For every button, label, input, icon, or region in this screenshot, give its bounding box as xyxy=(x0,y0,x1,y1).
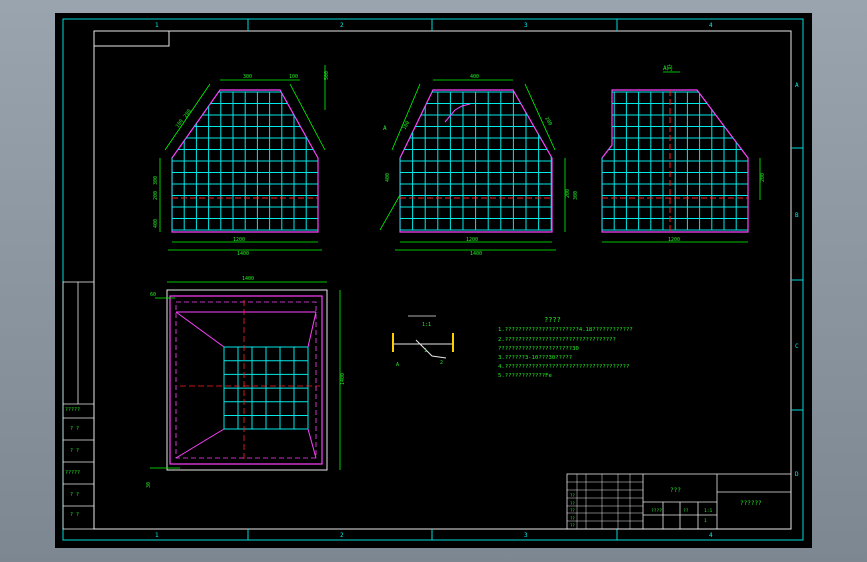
front-bottom-dim: 1200 xyxy=(233,237,245,243)
left-table-row-1: ????? xyxy=(65,407,80,413)
zone-label-top-4: 4 xyxy=(709,22,713,29)
zone-label-bottom-1: 1 xyxy=(155,532,159,539)
notes-title: ???? xyxy=(544,316,561,324)
plan-left-dim: 60 xyxy=(150,292,156,298)
side-height-dim-2: 300 xyxy=(573,191,579,200)
title-scale-label: ???? xyxy=(651,508,662,514)
aux-bottom-dim: 1200 xyxy=(668,237,680,243)
notes-line-4: 3.??????3-10???30????? xyxy=(498,355,572,361)
title-row-1: ?? xyxy=(570,493,575,498)
notes-line-5: 4.????????????????????????????????????? xyxy=(498,364,629,370)
title-material: ??? xyxy=(670,487,681,494)
title-row-5: ?? xyxy=(570,523,575,528)
zone-label-right-b: B xyxy=(795,212,799,219)
notes-line-1: 1.??????????????????????4.18???????????? xyxy=(498,327,633,333)
front-right-dim: 500 xyxy=(324,71,330,80)
front-overall-dim: 1400 xyxy=(237,251,249,257)
left-table-row-5: ? ? xyxy=(70,492,79,498)
side-height-dim-1: 200 xyxy=(565,189,571,198)
plan-top-dim: 1400 xyxy=(242,276,254,282)
zone-label-bottom-2: 2 xyxy=(340,532,344,539)
zone-label-right-c: C xyxy=(795,343,799,350)
notes-line-6: 5.????????????Fe xyxy=(498,373,553,379)
title-row-4: ?? xyxy=(570,516,575,521)
cad-viewport[interactable]: 1 2 3 4 1 2 3 4 A B C D 300 100 100 200 … xyxy=(0,0,867,562)
aux-right-dim: 200 xyxy=(760,173,766,182)
title-drawing-name: ?????? xyxy=(740,500,762,507)
plan-corner-dim: 30 xyxy=(146,482,152,488)
side-overall-dim: 1400 xyxy=(470,251,482,257)
detail-label-mid: 1 xyxy=(424,348,427,354)
title-scale-value: 1:1 xyxy=(704,508,713,514)
left-table-row-4: ????? xyxy=(65,470,80,476)
notes-line-3: ??????????????????????30 xyxy=(498,346,579,352)
side-top-dim: 400 xyxy=(470,74,479,80)
zone-label-top-3: 3 xyxy=(524,22,528,29)
left-table-row-2: ? ? xyxy=(70,426,79,432)
zone-label-bottom-3: 3 xyxy=(524,532,528,539)
front-height-dim-2: 300 xyxy=(153,176,159,185)
zone-label-bottom-4: 4 xyxy=(709,532,713,539)
left-table-row-3: ? ? xyxy=(70,448,79,454)
detail-label-left: A xyxy=(396,362,399,368)
zone-label-top-2: 2 xyxy=(340,22,344,29)
zone-label-right-a: A xyxy=(795,82,799,89)
side-leader-label: A xyxy=(383,125,387,132)
detail-label-right: 2 xyxy=(440,360,443,366)
zone-label-right-d: D xyxy=(795,471,799,478)
title-sheet-value: 1 xyxy=(704,518,707,524)
title-row-3: ?? xyxy=(570,508,575,513)
front-top-dim: 300 xyxy=(243,74,252,80)
front-height-dim-3: 400 xyxy=(153,219,159,228)
detail-label-top: 1:1 xyxy=(422,322,431,328)
front-height-dim-1: 200 xyxy=(153,191,159,200)
side-bottom-dim: 1200 xyxy=(466,237,478,243)
zone-label-top-1: 1 xyxy=(155,22,159,29)
front-top-dim-right: 100 xyxy=(289,74,298,80)
left-table-row-6: ? ? xyxy=(70,512,79,518)
title-row-2: ?? xyxy=(570,501,575,506)
title-sheet-label: ?? xyxy=(683,508,689,514)
side-height-dim-3: 400 xyxy=(385,173,391,182)
plan-side-dim: 1400 xyxy=(340,373,346,385)
notes-line-2: 2.????????????????????????????????? xyxy=(498,337,616,343)
aux-view-label: A向 xyxy=(663,64,673,72)
